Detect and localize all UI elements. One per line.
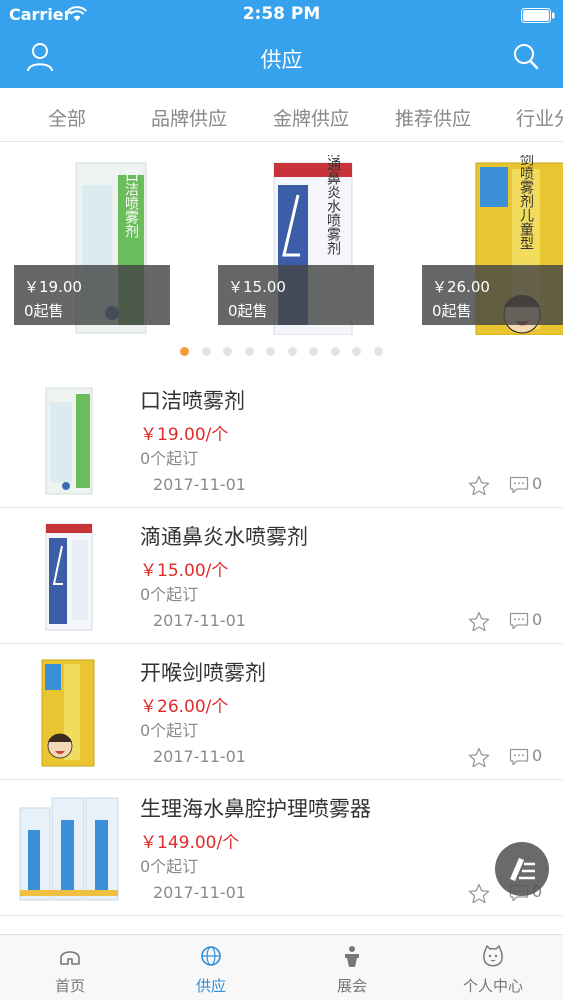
- star-icon[interactable]: [468, 747, 490, 769]
- banner-min-order: 0起售: [228, 302, 268, 320]
- box-text: 开喉剑喷雾剂儿童型: [518, 155, 534, 250]
- list-item[interactable]: 滴通鼻炎水喷雾剂 ￥15.00/个 0个起订 2017-11-01 0: [0, 508, 563, 644]
- battery-icon: [521, 8, 555, 23]
- pagination-dot[interactable]: [309, 347, 318, 356]
- tabbar-label: 展会: [336, 977, 367, 995]
- banner-price: ￥19.00: [24, 278, 82, 296]
- search-icon[interactable]: [513, 43, 539, 71]
- comment-count: 0: [532, 746, 543, 765]
- product-price: ￥149.00/个: [140, 833, 240, 853]
- banner-pagination: [0, 347, 563, 359]
- comment-icon[interactable]: [509, 476, 529, 494]
- tabbar-item-exhibition[interactable]: 展会: [282, 935, 422, 1000]
- banner-carousel[interactable]: 口洁喷雾剂 ￥19.00 0起售 滴通鼻炎水喷雾剂 ￥15.00 0起售 开喉剑…: [0, 143, 563, 343]
- product-price: ￥26.00/个: [140, 697, 229, 717]
- product-min-order: 0个起订: [140, 721, 199, 740]
- tabbar-label: 供应: [195, 977, 226, 995]
- product-price: ￥15.00/个: [140, 561, 229, 581]
- product-name: 滴通鼻炎水喷雾剂: [140, 525, 308, 549]
- pagination-dot[interactable]: [223, 347, 232, 356]
- tabbar-item-home[interactable]: 首页: [0, 935, 140, 1000]
- comment-icon[interactable]: [509, 748, 529, 766]
- list-item[interactable]: 生理海水鼻腔护理喷雾器 ￥149.00/个 0个起订 2017-11-01 0: [0, 780, 563, 916]
- pagination-dot[interactable]: [352, 347, 361, 356]
- publish-button[interactable]: [495, 842, 549, 896]
- pagination-dot[interactable]: [244, 347, 254, 356]
- tab-brand-supply[interactable]: 品牌供应: [151, 104, 227, 131]
- category-tabs: 全部 品牌供应 金牌供应 推荐供应 行业分: [0, 88, 563, 142]
- banner-item[interactable]: 滴通鼻炎水喷雾剂 ￥15.00 0起售: [218, 143, 378, 336]
- trophy-icon: [345, 946, 359, 967]
- product-name: 开喉剑喷雾剂: [140, 661, 266, 685]
- pagination-dot[interactable]: [373, 347, 383, 356]
- banner-min-order: 0起售: [432, 302, 472, 320]
- banner-overlay: ￥26.00 0起售: [422, 265, 563, 325]
- banner-price: ￥26.00: [432, 278, 490, 296]
- product-thumbnail: [45, 387, 93, 495]
- pagination-dot[interactable]: [330, 347, 340, 356]
- box-text: 滴通鼻炎水喷雾剂: [325, 155, 341, 255]
- tabbar-label: 个人中心: [462, 977, 523, 995]
- box-text: 口洁喷雾剂: [123, 168, 139, 238]
- banner-item[interactable]: 口洁喷雾剂 ￥19.00 0起售: [14, 155, 174, 335]
- bottom-tab-bar: 首页 供应 展会 个人中心: [0, 934, 563, 1000]
- tab-industry[interactable]: 行业分: [516, 104, 563, 131]
- product-date: 2017-11-01: [153, 611, 246, 630]
- status-time: 2:58 PM: [242, 4, 321, 24]
- tab-recommended-supply[interactable]: 推荐供应: [395, 104, 471, 131]
- banner-item[interactable]: 开喉剑喷雾剂儿童型 ￥26.00 0起售: [422, 143, 563, 336]
- nav-bar: 供应: [0, 30, 563, 88]
- home-icon: [60, 951, 80, 965]
- pagination-dot[interactable]: [180, 347, 189, 356]
- star-icon[interactable]: [468, 611, 490, 633]
- page-title: 供应: [260, 48, 303, 72]
- star-icon[interactable]: [468, 475, 490, 497]
- banner-overlay: ￥15.00 0起售: [218, 265, 374, 325]
- product-price: ￥19.00/个: [140, 425, 229, 445]
- profile-icon: [483, 945, 503, 967]
- banner-overlay: ￥19.00 0起售: [14, 265, 170, 325]
- product-min-order: 0个起订: [140, 449, 199, 468]
- product-min-order: 0个起订: [140, 585, 199, 604]
- product-thumbnail: [45, 523, 93, 631]
- status-bar: Carrier 2:58 PM: [0, 0, 563, 30]
- product-name: 口洁喷雾剂: [140, 389, 245, 413]
- pagination-dot[interactable]: [266, 347, 275, 356]
- pagination-dot[interactable]: [201, 347, 211, 356]
- comment-icon[interactable]: [509, 612, 529, 630]
- product-date: 2017-11-01: [153, 475, 246, 494]
- product-name: 生理海水鼻腔护理喷雾器: [140, 797, 371, 821]
- banner-min-order: 0起售: [24, 302, 64, 320]
- tabbar-label: 首页: [54, 977, 85, 995]
- star-icon[interactable]: [468, 883, 490, 905]
- tab-all[interactable]: 全部: [48, 104, 86, 131]
- tabbar-item-profile[interactable]: 个人中心: [423, 935, 563, 1000]
- list-item[interactable]: 开喉剑喷雾剂 ￥26.00/个 0个起订 2017-11-01 0: [0, 644, 563, 780]
- product-thumbnail: [19, 797, 119, 901]
- banner-price: ￥15.00: [228, 278, 286, 296]
- tab-gold-supply[interactable]: 金牌供应: [273, 104, 349, 131]
- product-thumbnail: [41, 659, 95, 767]
- comment-count: 0: [532, 474, 543, 493]
- tabbar-item-supply[interactable]: 供应: [141, 935, 281, 1000]
- product-min-order: 0个起订: [140, 857, 199, 876]
- globe-icon: [201, 946, 221, 966]
- product-date: 2017-11-01: [153, 883, 246, 902]
- product-date: 2017-11-01: [153, 747, 246, 766]
- comment-count: 0: [532, 610, 543, 629]
- list-item[interactable]: 口洁喷雾剂 ￥19.00/个 0个起订 2017-11-01 0: [0, 372, 563, 508]
- pagination-dot[interactable]: [287, 347, 297, 356]
- edit-icon: [510, 858, 535, 881]
